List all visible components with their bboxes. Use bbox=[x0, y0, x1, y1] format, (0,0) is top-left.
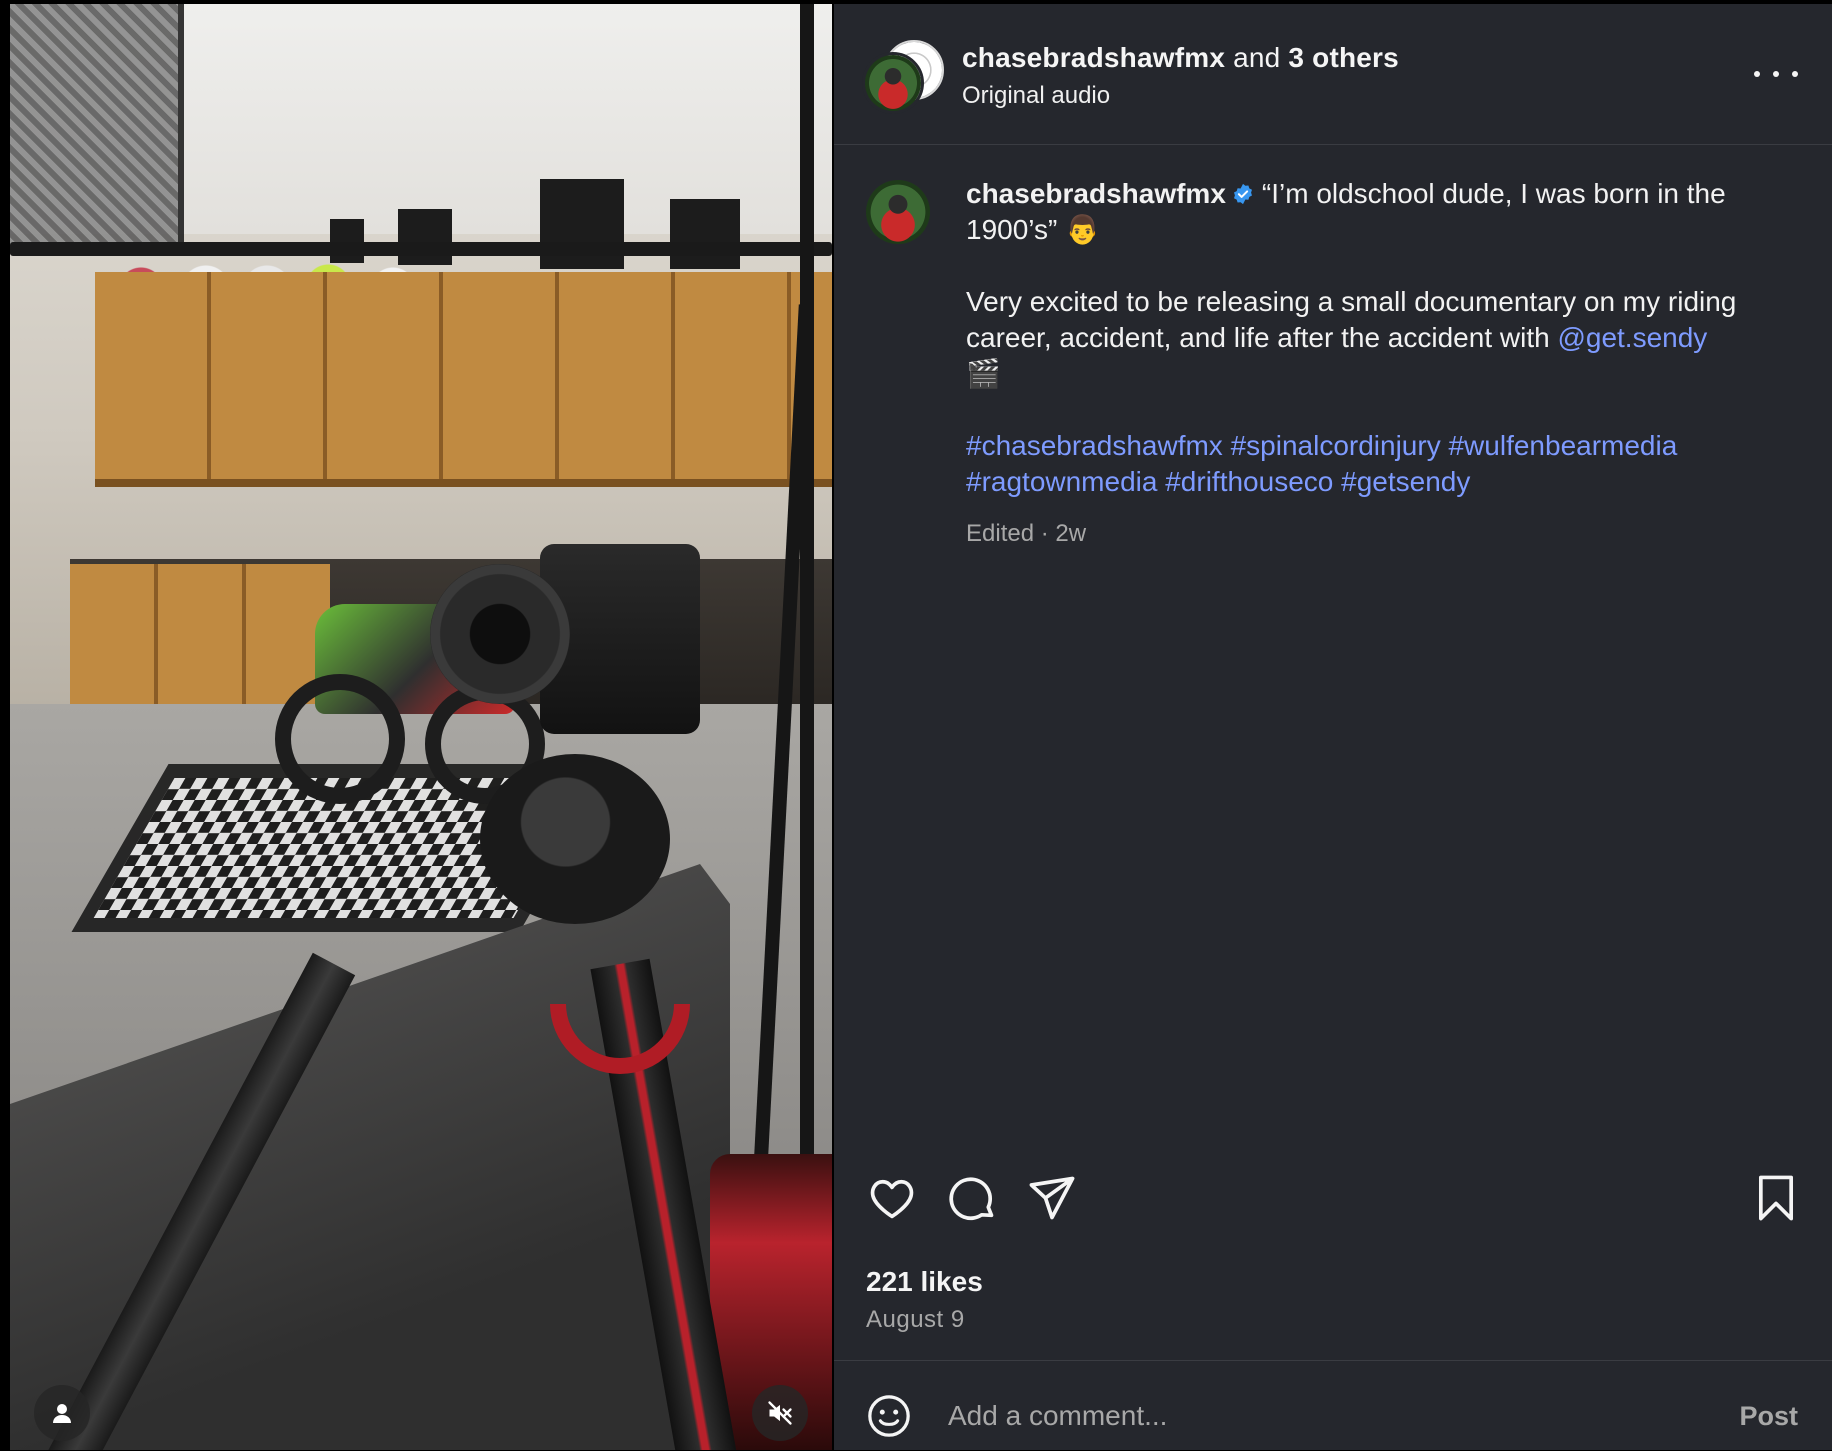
audio-link[interactable]: Original audio bbox=[962, 82, 1110, 110]
post-author-line: chasebradshawfmx and 3 others bbox=[962, 42, 1399, 74]
post-details-panel: chasebradshawfmx and 3 others Original a… bbox=[834, 4, 1832, 1450]
more-horizontal-icon bbox=[1754, 71, 1760, 77]
mention-link[interactable]: @get.sendy bbox=[1557, 322, 1707, 353]
comment-bar: Post bbox=[834, 1360, 1832, 1451]
media-cabinets bbox=[95, 272, 832, 487]
author-username-link[interactable]: chasebradshawfmx bbox=[962, 42, 1225, 73]
hashtag-link[interactable]: #chasebradshawfmx bbox=[966, 430, 1223, 461]
media-boom-arm bbox=[10, 242, 832, 256]
hashtag-link[interactable]: #wulfenbearmedia bbox=[1448, 430, 1677, 461]
caption-username-link[interactable]: chasebradshawfmx bbox=[966, 178, 1226, 209]
hashtag-link[interactable]: #ragtownmedia bbox=[966, 466, 1157, 497]
muted-speaker-icon bbox=[768, 1401, 792, 1425]
post-media[interactable] bbox=[10, 4, 832, 1450]
post-header: chasebradshawfmx and 3 others Original a… bbox=[834, 4, 1832, 145]
collaborators-link[interactable]: 3 others bbox=[1288, 42, 1399, 73]
comment-icon[interactable] bbox=[946, 1172, 998, 1224]
hashtag-link[interactable]: #spinalcordinjury bbox=[1231, 430, 1441, 461]
post-comment-button[interactable]: Post bbox=[1739, 1401, 1798, 1432]
post-caption: chasebradshawfmx “I’m oldschool dude, I … bbox=[966, 176, 1786, 500]
user-tags-button[interactable] bbox=[34, 1385, 90, 1441]
caption-body-end: 🎬 bbox=[966, 358, 1001, 389]
post-action-bar bbox=[834, 1172, 1832, 1236]
author-connector: and bbox=[1233, 42, 1281, 73]
emoji-icon[interactable] bbox=[866, 1393, 912, 1439]
bookmark-icon[interactable] bbox=[1750, 1172, 1802, 1224]
mute-toggle-button[interactable] bbox=[752, 1385, 808, 1441]
comment-input[interactable] bbox=[946, 1389, 1630, 1443]
more-options-button[interactable] bbox=[1754, 60, 1798, 88]
author-avatar[interactable] bbox=[862, 52, 924, 114]
share-icon[interactable] bbox=[1026, 1172, 1078, 1224]
post-date[interactable]: August 9 bbox=[866, 1306, 965, 1334]
hashtag-link[interactable]: #getsendy bbox=[1341, 466, 1470, 497]
media-softbox bbox=[10, 4, 184, 254]
caption-edited-timestamp: Edited · 2w bbox=[966, 520, 1087, 547]
heart-icon[interactable] bbox=[866, 1172, 918, 1224]
user-icon bbox=[53, 1404, 71, 1423]
media-tripod-head bbox=[480, 754, 670, 924]
likes-count[interactable]: 221 likes bbox=[866, 1266, 983, 1298]
hashtag-link[interactable]: #drifthouseco bbox=[1165, 466, 1333, 497]
verified-badge-icon bbox=[1233, 183, 1252, 205]
caption-author-avatar[interactable] bbox=[866, 180, 930, 244]
media-camera bbox=[430, 544, 700, 764]
hashtag-list: #chasebradshawfmx #spinalcordinjury #wul… bbox=[966, 428, 1786, 500]
